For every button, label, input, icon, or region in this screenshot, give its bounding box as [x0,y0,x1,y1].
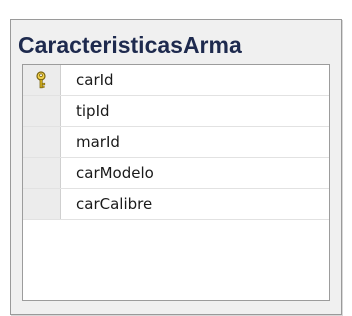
column-row-carcalibre[interactable]: carCalibre [23,189,329,220]
column-row-carmodelo[interactable]: carModelo [23,158,329,189]
table-title: CaracteristicasArma [18,32,242,58]
table-designer-box[interactable]: CaracteristicasArma carId tipId marId ca… [10,19,342,315]
row-selector[interactable] [23,189,61,219]
column-row-marid[interactable]: marId [23,127,329,158]
column-row-tipid[interactable]: tipId [23,96,329,127]
row-selector[interactable] [23,65,61,95]
column-name: carId [76,71,114,89]
column-name: carCalibre [76,195,153,213]
row-selector[interactable] [23,127,61,157]
row-selector[interactable] [23,96,61,126]
column-name: marId [76,133,120,151]
column-row-carid[interactable]: carId [23,65,329,96]
key-icon [36,71,46,89]
column-name: carModelo [76,164,154,182]
row-selector[interactable] [23,158,61,188]
column-name: tipId [76,102,110,120]
column-list: carId tipId marId carModelo carCalibre [22,64,330,301]
